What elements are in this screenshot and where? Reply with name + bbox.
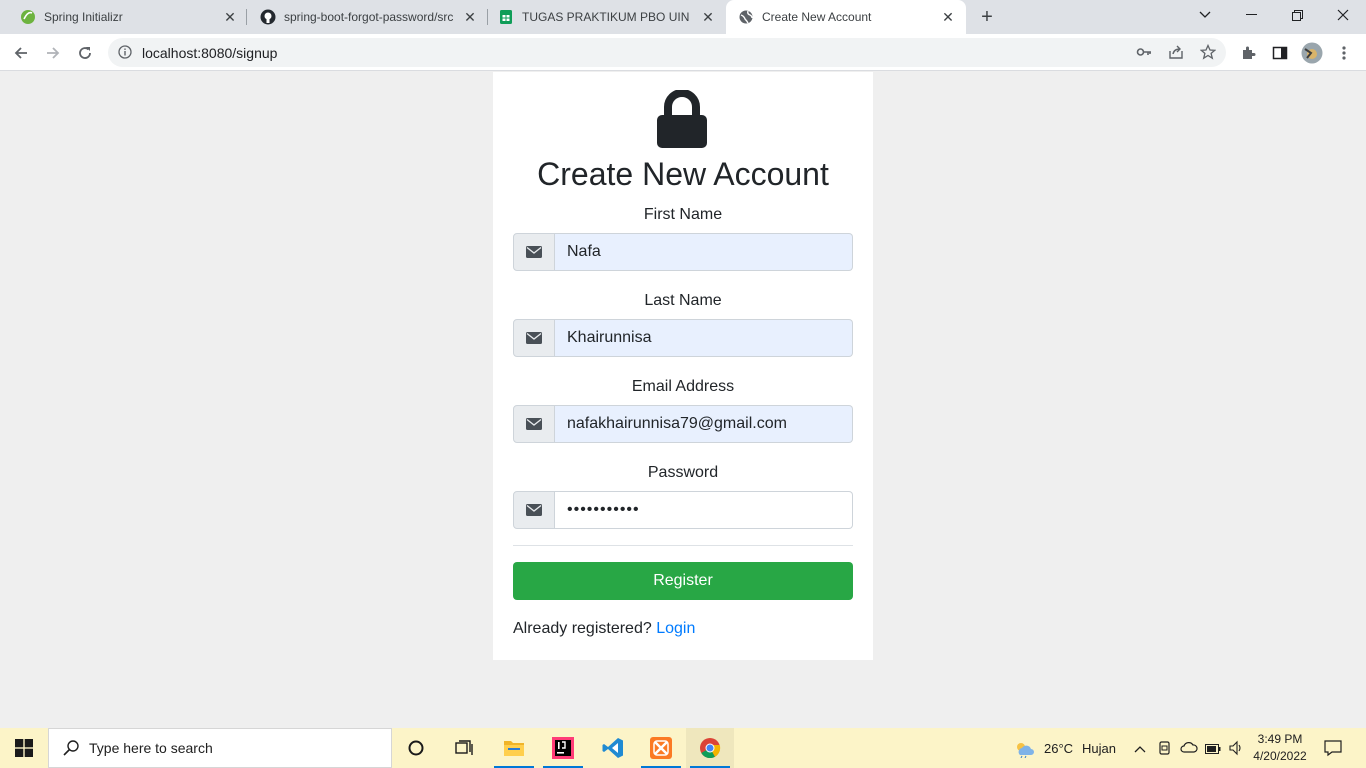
tab-title: Spring Initializr — [44, 10, 123, 24]
envelope-icon — [513, 319, 555, 357]
tab-title: Create New Account — [762, 10, 872, 24]
key-icon[interactable] — [1134, 42, 1154, 62]
already-registered-text: Already registered? Login — [513, 620, 695, 638]
envelope-icon — [513, 233, 555, 271]
vscode-icon[interactable] — [589, 728, 637, 768]
close-icon[interactable]: ✕ — [700, 9, 716, 25]
password-label: Password — [647, 464, 719, 481]
notification-icon[interactable] — [1324, 739, 1342, 760]
envelope-icon — [513, 491, 555, 529]
browser-tab-bar: Spring Initializr ✕ spring-boot-forgot-p… — [0, 0, 1366, 34]
email-label: Email Address — [631, 378, 735, 395]
file-explorer-icon[interactable] — [490, 728, 538, 768]
search-icon — [63, 740, 79, 756]
first-name-field[interactable] — [555, 233, 853, 271]
windows-start-icon[interactable] — [0, 728, 48, 768]
page-title: Create New Account — [537, 156, 829, 192]
close-icon[interactable]: ✕ — [940, 9, 956, 25]
first-name-group — [513, 233, 853, 271]
email-group — [513, 405, 853, 443]
first-name-label: First Name — [643, 206, 723, 223]
battery-icon[interactable] — [1205, 742, 1221, 757]
password-field[interactable] — [555, 491, 853, 529]
tab-sheets[interactable]: TUGAS PRAKTIKUM PBO UIN SGD ✕ — [478, 0, 724, 34]
search-placeholder: Type here to search — [89, 740, 213, 756]
cortana-icon[interactable] — [392, 728, 440, 768]
weather-icon[interactable] — [1012, 740, 1036, 761]
clock-date: 4/20/2022 — [1253, 749, 1307, 763]
url-text: localhost:8080/signup — [142, 45, 278, 61]
sheets-icon — [498, 9, 514, 25]
address-bar[interactable]: localhost:8080/signup — [108, 38, 1226, 67]
page-viewport: Create New Account First Name Last Name … — [0, 72, 1366, 728]
tab-title: spring-boot-forgot-password/src — [284, 10, 454, 24]
clock-time: 3:49 PM — [1257, 732, 1303, 746]
star-icon[interactable] — [1198, 42, 1218, 62]
weather-desc: Hujan — [1082, 741, 1116, 756]
login-link[interactable]: Login — [656, 620, 695, 637]
restore-icon[interactable] — [1274, 0, 1320, 30]
side-panel-icon[interactable] — [1270, 43, 1290, 63]
envelope-icon — [513, 405, 555, 443]
chevron-up-icon[interactable] — [1134, 741, 1146, 756]
extensions-icon[interactable] — [1238, 43, 1258, 63]
taskbar-search[interactable]: Type here to search — [48, 728, 392, 768]
volume-icon[interactable] — [1228, 740, 1244, 759]
avatar[interactable] — [1300, 41, 1324, 65]
last-name-field[interactable] — [555, 319, 853, 357]
divider — [513, 545, 853, 546]
browser-toolbar: localhost:8080/signup — [0, 34, 1366, 71]
back-arrow-icon[interactable] — [8, 40, 34, 66]
weather-temp: 26°C — [1044, 741, 1074, 756]
lock-icon — [656, 89, 708, 148]
tab-spring-initializr[interactable]: Spring Initializr ✕ — [0, 0, 246, 34]
tab-create-account[interactable]: Create New Account ✕ — [726, 0, 966, 34]
register-button[interactable]: Register — [513, 562, 853, 600]
close-icon[interactable]: ✕ — [222, 9, 238, 25]
minimize-icon[interactable] — [1228, 0, 1274, 30]
last-name-group — [513, 319, 853, 357]
meet-now-icon[interactable] — [1158, 740, 1172, 759]
spring-icon — [20, 9, 36, 25]
already-registered-label: Already registered? — [513, 620, 652, 637]
forward-arrow-icon[interactable] — [40, 40, 66, 66]
xampp-icon[interactable] — [637, 728, 685, 768]
chrome-icon[interactable] — [686, 728, 734, 768]
last-name-label: Last Name — [644, 292, 722, 309]
close-window-icon[interactable] — [1320, 0, 1366, 30]
new-tab-button[interactable]: + — [976, 6, 998, 28]
globe-icon — [738, 9, 754, 25]
tab-title: TUGAS PRAKTIKUM PBO UIN SGD — [522, 10, 692, 24]
reload-icon[interactable] — [72, 40, 98, 66]
onedrive-icon[interactable] — [1180, 741, 1198, 756]
intellij-icon[interactable] — [539, 728, 587, 768]
more-menu-icon[interactable] — [1334, 43, 1354, 63]
info-icon[interactable] — [118, 45, 132, 64]
system-clock[interactable]: 3:49 PM 4/20/2022 — [1248, 731, 1312, 765]
windows-taskbar: Type here to search 26°C Hujan 3:49 PM 4… — [0, 728, 1366, 768]
password-group — [513, 491, 853, 529]
tab-search-icon[interactable] — [1182, 0, 1228, 30]
share-icon[interactable] — [1166, 42, 1186, 62]
tab-github[interactable]: spring-boot-forgot-password/src ✕ — [240, 0, 486, 34]
close-icon[interactable]: ✕ — [462, 9, 478, 25]
task-view-icon[interactable] — [440, 728, 488, 768]
email-field[interactable] — [555, 405, 853, 443]
signup-card: Create New Account First Name Last Name … — [493, 72, 873, 660]
github-icon — [260, 9, 276, 25]
